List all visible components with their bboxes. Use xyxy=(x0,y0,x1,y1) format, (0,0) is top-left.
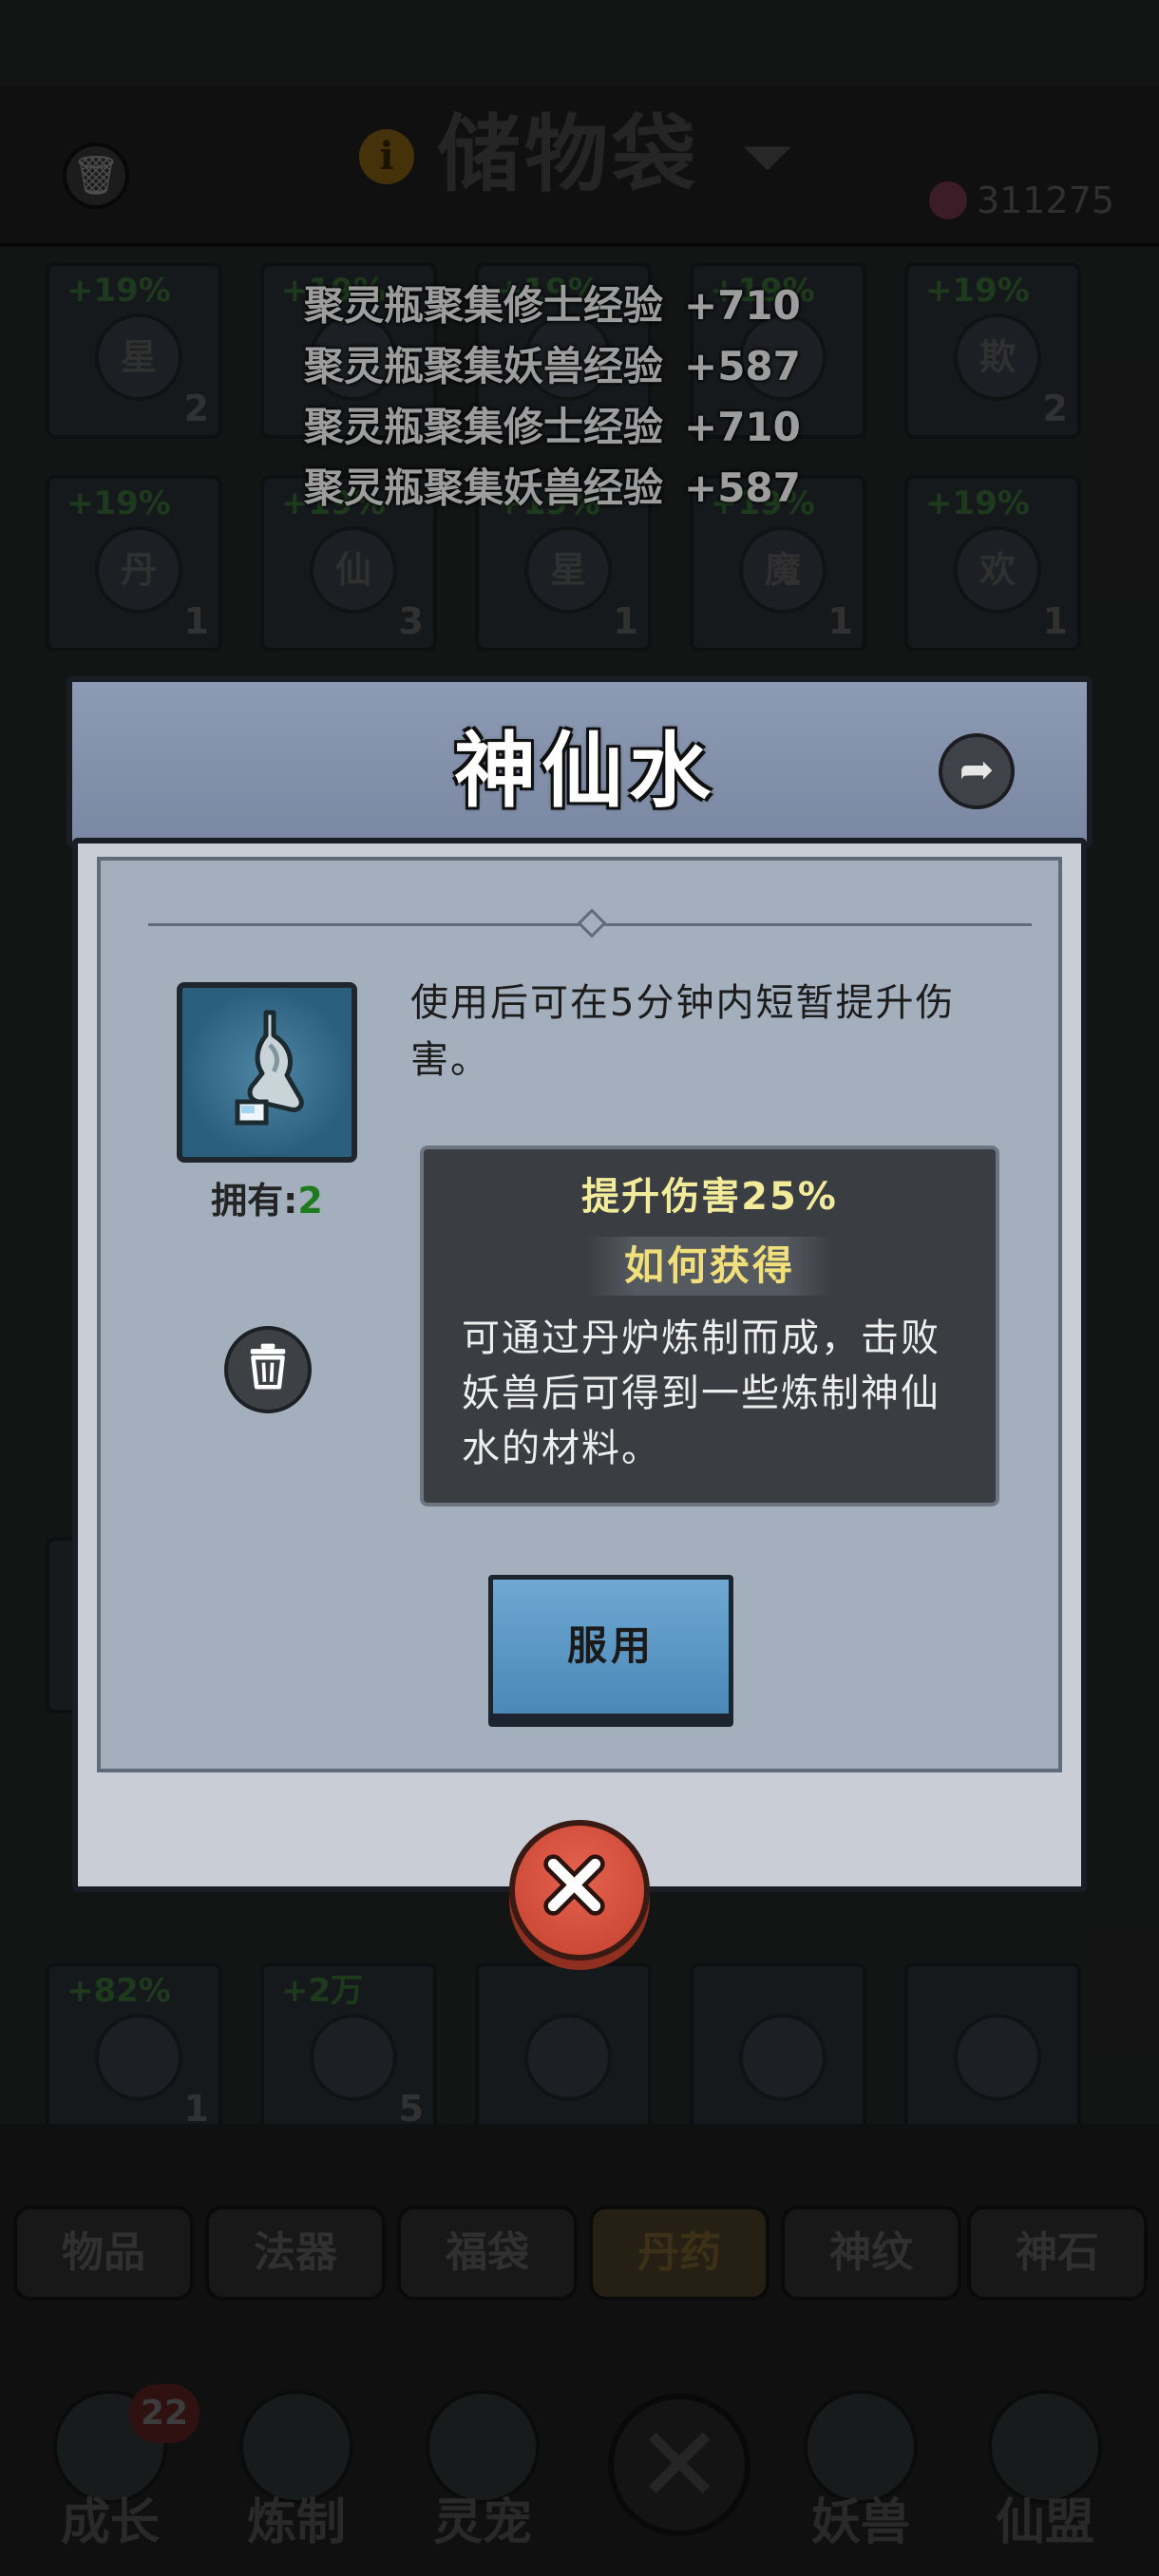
item-detail-dialog: 神仙水 ➦ 拥有:2 使用后可在5分钟内短暂提升伤害。 提升伤害25% 如何获得… xyxy=(66,676,1092,1892)
item-description: 使用后可在5分钟内短暂提升伤害。 xyxy=(410,981,956,1082)
how-to-get-title: 如何获得 xyxy=(585,1237,834,1296)
item-icon-frame xyxy=(177,982,357,1163)
dialog-content: 拥有:2 使用后可在5分钟内短暂提升伤害。 提升伤害25% 如何获得 可通过丹炉… xyxy=(97,857,1062,1772)
how-to-get-description: 可通过丹炉炼制而成，击败妖兽后可得到一些炼制神仙水的材料。 xyxy=(462,1316,940,1470)
effect-text: 提升伤害25% xyxy=(581,1175,838,1219)
effect-panel: 提升伤害25% 如何获得 可通过丹炉炼制而成，击败妖兽后可得到一些炼制神仙水的材… xyxy=(420,1146,999,1506)
use-button[interactable]: 服用 xyxy=(488,1575,733,1727)
close-icon[interactable] xyxy=(509,1820,650,1960)
dialog-body: 拥有:2 使用后可在5分钟内短暂提升伤害。 提升伤害25% 如何获得 可通过丹炉… xyxy=(72,838,1087,1892)
trash-icon[interactable] xyxy=(224,1326,312,1413)
owned-label: 拥有: xyxy=(211,1180,298,1222)
potion-icon xyxy=(235,1010,304,1126)
owned-number: 2 xyxy=(297,1180,323,1222)
owned-count: 拥有:2 xyxy=(177,1174,357,1227)
trash-glyph xyxy=(250,1343,286,1390)
dialog-header: 神仙水 ➦ xyxy=(66,676,1092,847)
close-glyph xyxy=(543,1854,605,1916)
share-icon[interactable]: ➦ xyxy=(939,733,1015,809)
divider-ornament xyxy=(577,908,607,938)
